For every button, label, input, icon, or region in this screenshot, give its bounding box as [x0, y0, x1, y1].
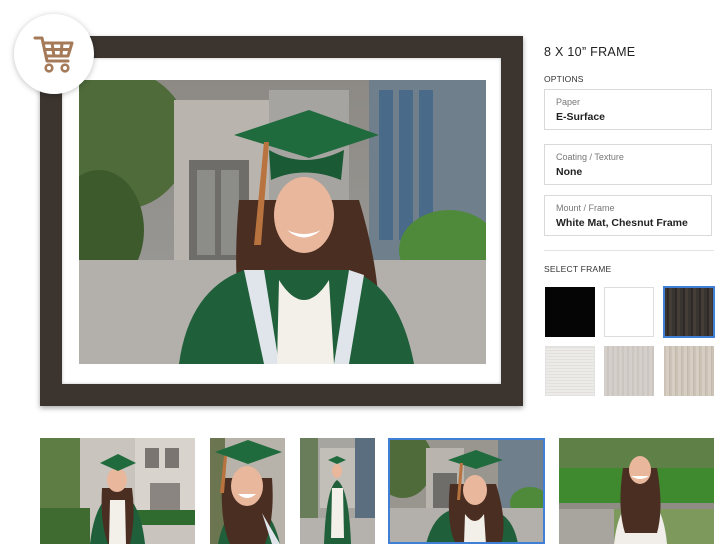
- thumbnail-full-length[interactable]: [300, 438, 375, 544]
- thumbnail-closeup-smile[interactable]: [210, 438, 285, 544]
- thumbnail-image: [40, 438, 195, 544]
- frame-swatch-driftwood[interactable]: [664, 346, 714, 396]
- thumbnail-image: [300, 438, 375, 544]
- thumbnail-image: [388, 438, 545, 544]
- option-value: E-Surface: [556, 111, 606, 123]
- white-mat: [62, 58, 501, 384]
- frame-swatch-chestnut[interactable]: [663, 286, 715, 338]
- shopping-cart-icon: [33, 36, 74, 73]
- thumbnail-garden-hedge[interactable]: [559, 438, 714, 544]
- thumbnail-current[interactable]: [388, 438, 545, 544]
- options-heading: OPTIONS: [544, 74, 584, 84]
- option-value: None: [556, 166, 583, 178]
- mount-frame-option[interactable]: Mount / Frame White Mat, Chesnut Frame: [544, 195, 712, 236]
- frame-swatch-white-wash[interactable]: [545, 346, 595, 396]
- paper-option[interactable]: Paper E-Surface: [544, 89, 712, 130]
- add-to-cart-button[interactable]: [14, 14, 94, 94]
- thumbnail-image: [559, 438, 714, 544]
- frame-swatch-white[interactable]: [604, 287, 654, 337]
- frame-swatch-light-gray[interactable]: [604, 346, 654, 396]
- option-label: Mount / Frame: [556, 203, 615, 213]
- option-label: Coating / Texture: [556, 152, 624, 162]
- framed-photo-preview: [40, 36, 523, 406]
- option-label: Paper: [556, 97, 581, 107]
- product-title: 8 X 10” FRAME: [544, 45, 636, 59]
- graduate-photo: [79, 80, 486, 364]
- frame-swatch-black[interactable]: [545, 287, 595, 337]
- graduate-photo-image: [79, 80, 486, 364]
- section-divider: [544, 250, 714, 251]
- option-value: White Mat, Chesnut Frame: [556, 217, 688, 229]
- thumbnail-image: [210, 438, 285, 544]
- coating-texture-option[interactable]: Coating / Texture None: [544, 144, 712, 185]
- select-frame-heading: SELECT FRAME: [544, 264, 612, 274]
- thumbnail-campus-building[interactable]: [40, 438, 195, 544]
